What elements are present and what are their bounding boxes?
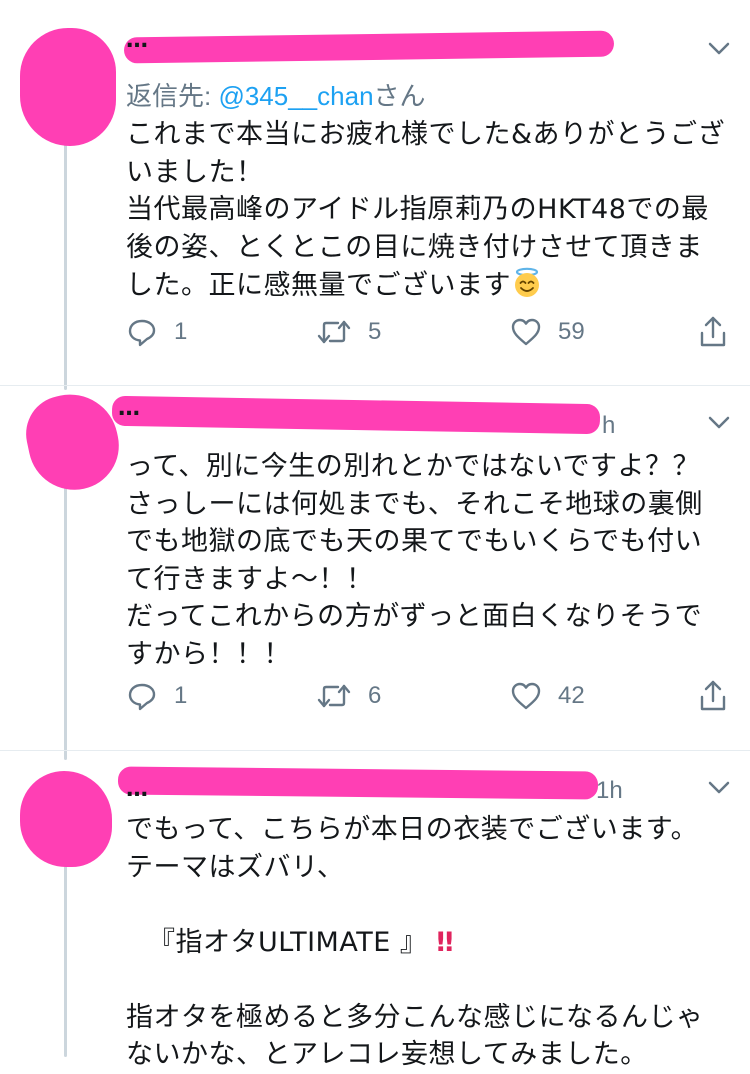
share-icon [700,316,726,347]
author-name[interactable] [111,395,601,435]
retweet-button[interactable]: 6 [316,676,381,716]
retweet-icon [317,684,351,708]
tweet-text-line: これまで本当にお疲れ様でした&ありがとうござ [126,119,726,150]
like-button[interactable]: 42 [510,676,585,716]
retweet-button[interactable]: 5 [316,312,381,352]
author-name[interactable] [117,766,599,800]
tweet-time[interactable]: h [602,412,615,440]
reply-to-prefix: 返信先: [126,81,219,111]
reply-to-handle-link[interactable]: @345__chan [218,81,373,111]
like-count: 59 [558,318,585,345]
tweet-actions: 1 5 59 [126,312,726,352]
avatar[interactable] [19,385,127,499]
like-count: 42 [558,682,585,709]
retweet-icon [317,320,351,344]
tweet-text-line: 指オタを極めると多分こんな感じになるんじゃ [126,1001,704,1033]
tweet-text-line: した。正に感無量でございます [126,270,511,301]
reply-icon [128,319,156,347]
reply-to-suffix: さん [373,81,426,111]
tweet-text-line: さっしーには何処までも、それこそ地球の裏側 [126,488,703,520]
tweet-text: って、別に今生の別れとかではないですよ？？ さっしーには何処までも、それこそ地球の… [126,448,726,673]
heart-icon [511,682,541,710]
tweet-time[interactable]: 1h [596,777,623,805]
retweet-count: 6 [368,682,382,709]
tweet-text-line: でもって、こちらが本日の衣装でございます。 [126,814,699,845]
author-name-text: … [126,777,148,802]
share-button[interactable] [698,676,728,716]
tweet-text-line: 後の姿、とくとこの目に焼き付けさせて頂きま [126,231,703,263]
double-exclamation-icon: ‼ [436,926,454,958]
reply-button[interactable]: 1 [126,312,187,352]
tweet-text-line: 当代最高峰のアイドル指原莉乃のHKT48での最 [126,194,709,225]
tweet-actions: 1 6 42 [126,676,726,716]
reply-count: 1 [174,318,188,345]
tweet-text-line: だってこれからの方がずっと面白くなりそうで [126,601,703,632]
tweet-text-line: すから！！！ [126,638,291,670]
tweet-text-line: て行きますよ〜！！ [126,563,374,595]
tweet-text-line: でも地獄の底でも天の果てでもいくらでも付い [126,526,703,557]
share-button[interactable] [698,312,728,352]
smiling-face-with-halo-icon [515,267,539,297]
chevron-down-icon[interactable] [706,40,732,58]
author-name-text: … [118,396,140,421]
tweet[interactable]: … 1h でもって、こちらが本日の衣装でございます。テーマはズバリ、​『指オタU… [0,751,750,1070]
author-name[interactable] [123,30,615,64]
avatar[interactable] [20,28,116,146]
tweet-text-line: いました！ [126,156,264,188]
reply-to: 返信先: @345__chanさん [126,76,426,113]
chevron-down-icon[interactable] [706,779,732,797]
tweet-text-line: テーマはズバリ、 [126,851,345,883]
reply-icon [128,683,156,711]
heart-icon [511,318,541,346]
author-name-text: … [126,28,148,53]
retweet-count: 5 [368,318,382,345]
tweet[interactable]: … 返信先: @345__chanさん これまで本当にお疲れ様でした&ありがとう… [0,0,750,385]
chevron-down-icon[interactable] [706,414,732,432]
avatar[interactable] [20,771,112,867]
tweet-quote: 『指オタULTIMATE 』 [148,926,428,958]
tweet-text-line: って、別に今生の別れとかではないですよ？？ [126,451,700,482]
tweet-text: これまで本当にお疲れ様でした&ありがとうござ いました！ 当代最高峰のアイドル指原莉… [126,116,726,305]
tweet-text-line: ないかな、とアレコレ妄想してみました。 [126,1039,648,1070]
reply-count: 1 [174,682,188,709]
tweet-text: でもって、こちらが本日の衣装でございます。テーマはズバリ、​『指オタULTIMA… [126,811,726,1074]
reply-button[interactable]: 1 [126,676,187,716]
share-icon [700,680,726,711]
like-button[interactable]: 59 [510,312,585,352]
tweet[interactable]: … h って、別に今生の別れとかではないですよ？？ さっしーには何処までも、それこ… [0,385,750,750]
